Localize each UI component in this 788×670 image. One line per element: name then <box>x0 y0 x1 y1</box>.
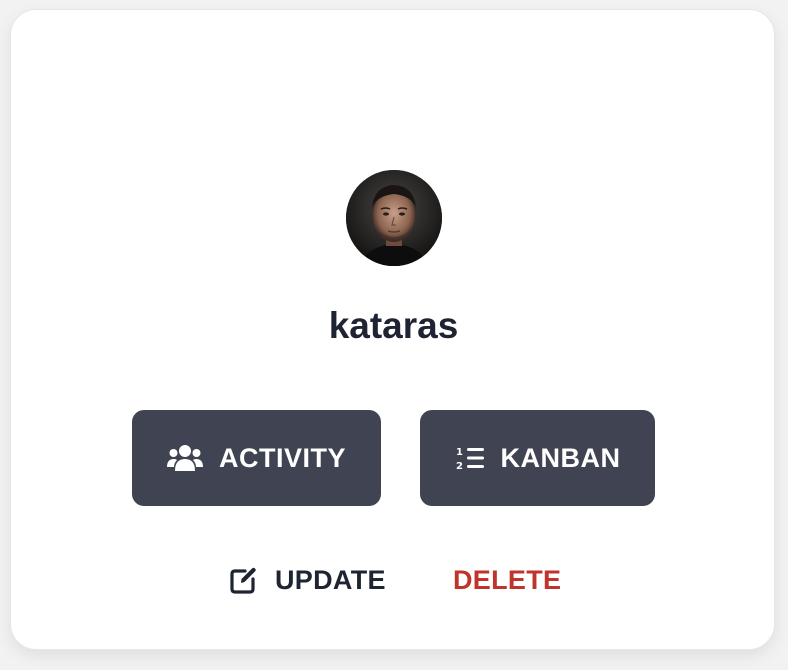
delete-label: DELETE <box>453 564 562 595</box>
svg-text:2: 2 <box>456 461 463 472</box>
avatar <box>346 170 442 266</box>
delete-link[interactable]: DELETE <box>453 562 561 598</box>
user-photo-icon <box>346 170 442 266</box>
update-link[interactable]: UPDATE <box>229 562 386 598</box>
activity-label: ACTIVITY <box>218 442 346 473</box>
profile-card: kataras ACTIVITY 1 2 KANBAN UPDATE DELET… <box>10 9 775 650</box>
update-label: UPDATE <box>275 564 386 595</box>
activity-button[interactable]: ACTIVITY <box>132 410 381 506</box>
username: kataras <box>328 305 459 346</box>
kanban-label: KANBAN <box>500 442 621 473</box>
kanban-button[interactable]: 1 2 KANBAN <box>420 410 655 506</box>
numbered-list-icon: 1 2 <box>455 444 485 472</box>
svg-text:1: 1 <box>456 447 463 458</box>
edit-icon <box>229 565 259 595</box>
users-icon <box>166 443 203 473</box>
